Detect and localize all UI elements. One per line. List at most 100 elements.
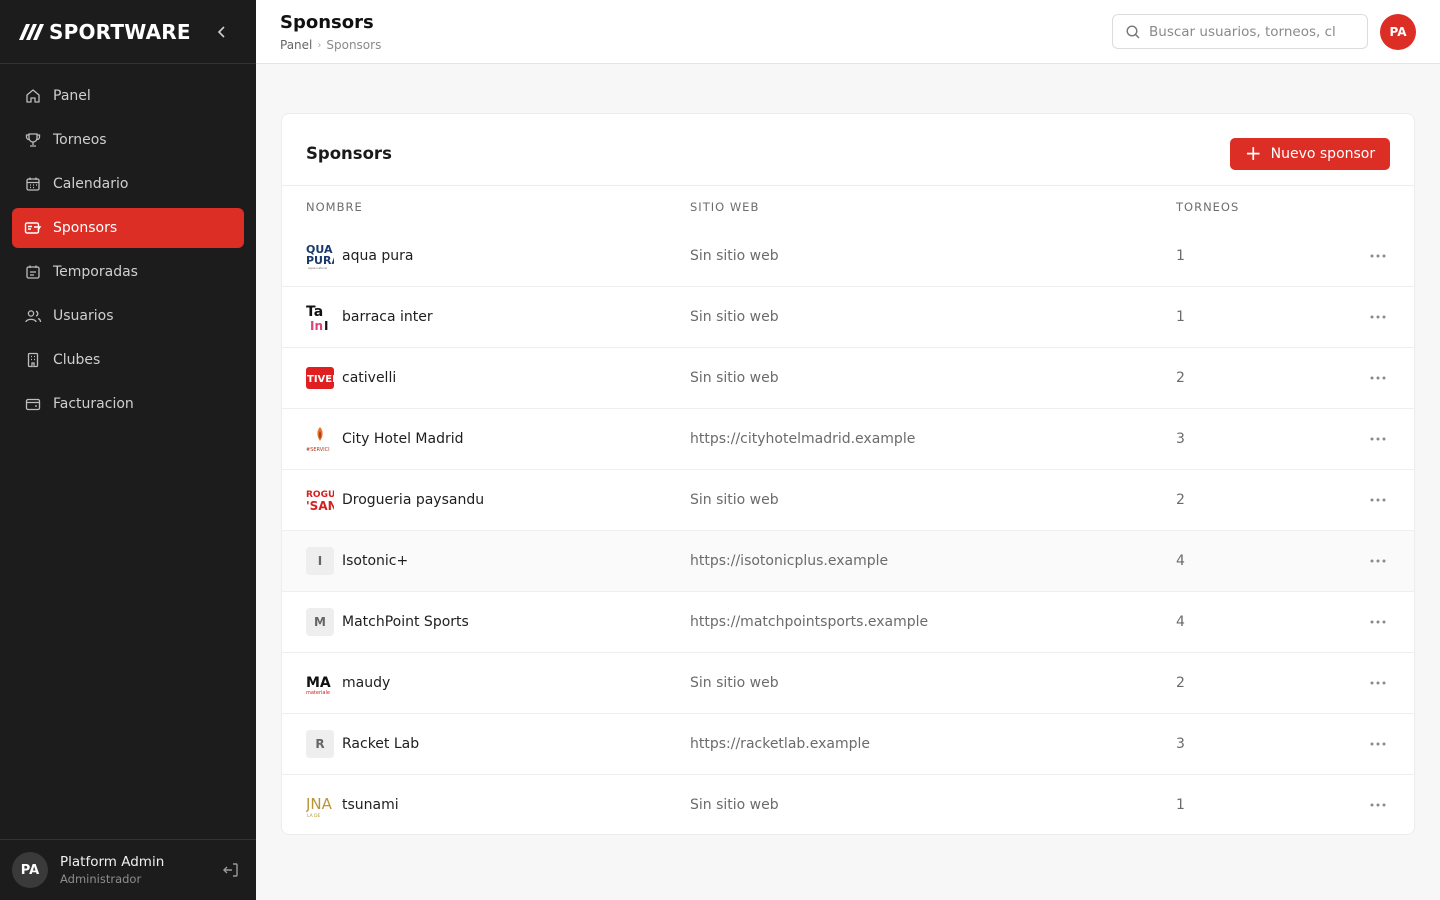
breadcrumb-item-panel[interactable]: Panel	[280, 38, 312, 52]
logout-button[interactable]	[222, 861, 242, 881]
sidebar-item-label: Clubes	[53, 352, 101, 368]
sponsor-website: Sin sitio web	[690, 675, 779, 691]
sidebar-item-label: Temporadas	[53, 264, 138, 280]
sponsor-website[interactable]: https://racketlab.example	[690, 736, 870, 752]
svg-text:Ta: Ta	[306, 304, 323, 320]
sidebar-user: PA Platform Admin Administrador	[0, 839, 256, 900]
more-horizontal-icon	[1370, 376, 1386, 380]
row-actions-button[interactable]	[1368, 795, 1388, 815]
more-horizontal-icon	[1370, 315, 1386, 319]
row-actions-button[interactable]	[1368, 429, 1388, 449]
row-actions-button[interactable]	[1368, 734, 1388, 754]
avatar: PA	[12, 852, 48, 888]
row-actions-button[interactable]	[1368, 673, 1388, 693]
row-actions-button[interactable]	[1368, 307, 1388, 327]
table-row[interactable]: #SERVICI City Hotel Madrid https://cityh…	[282, 409, 1414, 470]
search-box	[1112, 14, 1368, 49]
search-icon	[1126, 24, 1140, 38]
table-row[interactable]: MA materiale maudy Sin sitio web 2	[282, 653, 1414, 714]
sponsor-tournament-count: 1	[1176, 248, 1185, 264]
sponsor-tournament-count: 1	[1176, 797, 1185, 813]
sidebar-item-facturacion[interactable]: Facturacion	[12, 384, 244, 424]
svg-text:materiale: materiale	[306, 690, 330, 696]
row-actions-button[interactable]	[1368, 612, 1388, 632]
search-input[interactable]	[1149, 23, 1349, 40]
sponsor-initial-avatar: I	[306, 547, 334, 575]
user-name: Platform Admin	[60, 854, 165, 870]
more-horizontal-icon	[1370, 559, 1386, 563]
sponsor-tournament-count: 2	[1176, 675, 1185, 691]
sponsor-website[interactable]: https://matchpointsports.example	[690, 614, 928, 630]
svg-text:In: In	[310, 319, 323, 331]
svg-text:TIVEL: TIVEL	[307, 374, 334, 385]
sidebar-item-label: Usuarios	[53, 308, 114, 324]
sidebar-item-label: Calendario	[53, 176, 129, 192]
svg-text:#SERVICI: #SERVICI	[306, 447, 330, 453]
sidebar-item-usuarios[interactable]: Usuarios	[12, 296, 244, 336]
row-actions-button[interactable]	[1368, 551, 1388, 571]
sponsor-tournament-count: 2	[1176, 370, 1185, 386]
sponsor-name: aqua pura	[342, 248, 414, 264]
aqua-pura-logo: QUAPURAagua natural	[306, 242, 334, 270]
calendar-icon	[24, 175, 42, 193]
sidebar-item-sponsors[interactable]: Sponsors	[12, 208, 244, 248]
sponsor-name: Racket Lab	[342, 736, 420, 752]
sponsor-initial-avatar: R	[306, 730, 334, 758]
sponsor-website[interactable]: https://isotonicplus.example	[690, 553, 888, 569]
barraca-inter-logo: Ta In I	[306, 303, 334, 331]
row-actions-button[interactable]	[1368, 246, 1388, 266]
table-row[interactable]: JNA LA DE tsunami Sin sitio web 1	[282, 775, 1414, 834]
sidebar-item-clubes[interactable]: Clubes	[12, 340, 244, 380]
sponsor-name: barraca inter	[342, 309, 433, 325]
sponsor-name: MatchPoint Sports	[342, 614, 469, 630]
sidebar-item-panel[interactable]: Panel	[12, 76, 244, 116]
row-actions-button[interactable]	[1368, 368, 1388, 388]
wallet-icon	[24, 395, 42, 413]
table-row[interactable]: R Racket Lab https://racketlab.example 3	[282, 714, 1414, 775]
sponsor-name: maudy	[342, 675, 391, 691]
plus-icon: +	[1244, 141, 1262, 165]
sponsor-name: Drogueria paysandu	[342, 492, 485, 508]
sponsor-website: Sin sitio web	[690, 797, 779, 813]
new-sponsor-label: Nuevo sponsor	[1270, 146, 1376, 162]
sidebar-item-label: Facturacion	[53, 396, 134, 412]
sponsor-initial-avatar: M	[306, 608, 334, 636]
city-hotel-logo: #SERVICI	[306, 425, 334, 453]
table-row[interactable]: TIVEL cativelli Sin sitio web 2	[282, 348, 1414, 409]
sidebar-item-calendario[interactable]: Calendario	[12, 164, 244, 204]
sponsor-website: Sin sitio web	[690, 309, 779, 325]
new-sponsor-button[interactable]: + Nuevo sponsor	[1230, 138, 1390, 170]
building-icon	[24, 351, 42, 369]
sponsors-card: Sponsors + Nuevo sponsor NOMBRE SITIO WE…	[281, 113, 1415, 835]
column-header-torneos: TORNEOS	[1176, 200, 1240, 214]
sponsor-tournament-count: 4	[1176, 553, 1185, 569]
users-icon	[24, 307, 42, 325]
table-row[interactable]: M MatchPoint Sports https://matchpointsp…	[282, 592, 1414, 653]
sponsor-name: cativelli	[342, 370, 397, 386]
sponsor-website: Sin sitio web	[690, 492, 779, 508]
more-horizontal-icon	[1370, 803, 1386, 807]
sponsor-website[interactable]: https://cityhotelmadrid.example	[690, 431, 915, 447]
breadcrumb-separator: ›	[317, 39, 322, 51]
sidebar-item-temporadas[interactable]: Temporadas	[12, 252, 244, 292]
table-header: NOMBRE SITIO WEB TORNEOS	[282, 186, 1414, 226]
more-horizontal-icon	[1370, 437, 1386, 441]
table-row[interactable]: I Isotonic+ https://isotonicplus.example…	[282, 531, 1414, 592]
svg-text:MA: MA	[306, 675, 331, 691]
user-avatar-button[interactable]: PA	[1380, 14, 1416, 50]
drogueria-logo: ROGU'SAN	[306, 486, 334, 514]
svg-text:agua natural: agua natural	[308, 266, 327, 270]
table-row[interactable]: Ta In I barraca inter Sin sitio web 1	[282, 287, 1414, 348]
more-horizontal-icon	[1370, 620, 1386, 624]
breadcrumb: Panel › Sponsors	[280, 38, 381, 52]
page-title: Sponsors	[280, 12, 374, 33]
table-row[interactable]: QUAPURAagua natural aqua pura Sin sitio …	[282, 226, 1414, 287]
collapse-sidebar-button[interactable]	[212, 22, 232, 42]
logout-icon	[223, 863, 238, 877]
sponsors-table: QUAPURAagua natural aqua pura Sin sitio …	[282, 226, 1414, 834]
row-actions-button[interactable]	[1368, 490, 1388, 510]
sponsor-tournament-count: 3	[1176, 431, 1185, 447]
ticket-icon	[24, 219, 42, 237]
sidebar-item-torneos[interactable]: Torneos	[12, 120, 244, 160]
table-row[interactable]: ROGU'SAN Drogueria paysandu Sin sitio we…	[282, 470, 1414, 531]
